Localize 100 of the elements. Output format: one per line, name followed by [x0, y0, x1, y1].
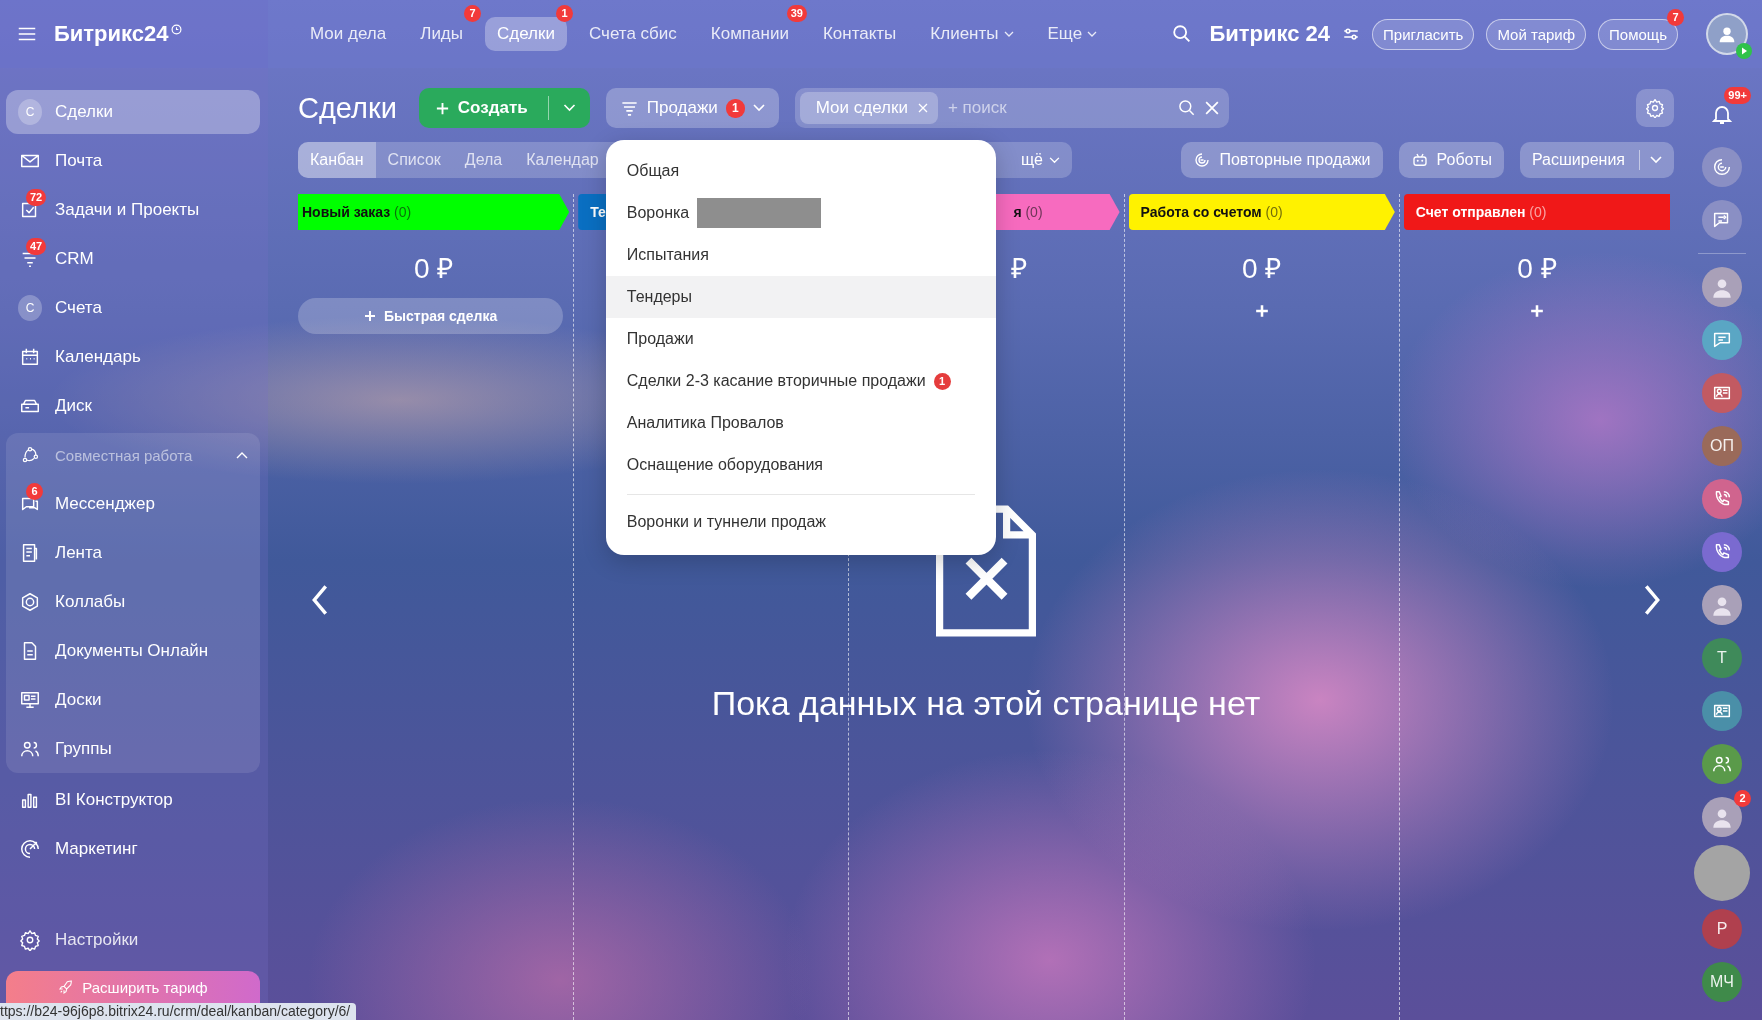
- create-button[interactable]: Создать: [418, 88, 590, 128]
- sidebar-item[interactable]: 47 CRM: [6, 237, 260, 281]
- stage-total: ₽: [1011, 253, 1028, 284]
- avatar-placeholder[interactable]: [1702, 797, 1742, 837]
- target-icon: [19, 838, 41, 860]
- filter-chip[interactable]: Мои сделки: [799, 92, 938, 124]
- count-badge: 6: [26, 483, 43, 500]
- menu-item[interactable]: Аналитика Провалов: [605, 402, 996, 444]
- sidebar-item[interactable]: Группы: [6, 727, 260, 771]
- avatar-placeholder[interactable]: [1702, 267, 1742, 307]
- play-badge-icon: [1736, 43, 1752, 59]
- add-deal-plus-icon[interactable]: [1254, 304, 1269, 318]
- quick-access-button[interactable]: [1702, 532, 1742, 572]
- empty-state-message: Пока данных на этой странице нет: [711, 684, 1261, 723]
- nav-tab[interactable]: Клиенты: [918, 17, 1026, 51]
- contact-avatar[interactable]: Т: [1702, 638, 1742, 678]
- menu-item[interactable]: Продажи: [605, 318, 996, 360]
- toolbar-button[interactable]: Роботы: [1398, 142, 1504, 178]
- chevron-down-icon[interactable]: [562, 104, 576, 112]
- group-header[interactable]: Совместная работа: [6, 433, 260, 477]
- menu-item[interactable]: Испытания: [605, 234, 996, 276]
- plus-icon: [364, 310, 376, 322]
- nav-tab[interactable]: Счета сбис: [576, 17, 689, 51]
- toolbar-button[interactable]: Повторные продажи: [1181, 142, 1383, 178]
- quick-access-button[interactable]: [1702, 479, 1742, 519]
- nav-tab[interactable]: Сделки: [485, 17, 567, 51]
- chevron-down-icon: [1049, 156, 1060, 164]
- contact-avatar[interactable]: МЧ: [1702, 962, 1742, 1002]
- nav-tab[interactable]: Мои дела: [298, 17, 399, 51]
- search-field[interactable]: Мои сделки + поиск: [794, 88, 1229, 128]
- sidebar-item[interactable]: 6 Мессенджер: [6, 482, 260, 526]
- quick-access-button[interactable]: [1702, 200, 1742, 240]
- settings-item[interactable]: Настройки: [6, 918, 260, 962]
- nav-tab[interactable]: Еще: [1035, 17, 1110, 51]
- settings-button[interactable]: [1636, 89, 1674, 127]
- calendar-icon: [19, 346, 41, 368]
- menu-item[interactable]: Оснащение оборудования: [605, 444, 996, 486]
- view-tab[interactable]: Список: [375, 142, 453, 178]
- sidebar-item[interactable]: Маркетинг: [6, 827, 260, 871]
- stage-header[interactable]: Работа со счетом (0): [1128, 194, 1395, 230]
- avatar-placeholder[interactable]: [1702, 585, 1742, 625]
- hexagon-icon: [19, 591, 41, 613]
- chevron-up-icon: [236, 451, 248, 459]
- brand-logo: Битрикс 24: [1209, 21, 1331, 47]
- url-tooltip: ttps://b24-96j6p8.bitrix24.ru/crm/deal/kanban/category/6/: [0, 1003, 357, 1020]
- pipeline-selector[interactable]: Продажи 1: [605, 88, 779, 128]
- search-icon[interactable]: [1176, 98, 1197, 118]
- menu-item[interactable]: Воронка: [605, 192, 996, 234]
- sidebar-item[interactable]: Календарь: [6, 335, 260, 379]
- quick-deal-button[interactable]: Быстрая сделка: [298, 298, 564, 334]
- toolbar-button[interactable]: Расширения: [1519, 142, 1674, 178]
- close-icon[interactable]: [1204, 101, 1219, 115]
- view-tab[interactable]: Канбан: [298, 142, 376, 178]
- stage-header[interactable]: Новый заказ (0): [298, 194, 570, 230]
- menu-item[interactable]: Воронки и туннели продаж: [605, 501, 996, 543]
- plus-icon: [434, 100, 450, 116]
- sidebar-item[interactable]: Доски: [6, 678, 260, 722]
- more-tab[interactable]: щё: [1008, 142, 1072, 178]
- chevron-down-icon[interactable]: [1650, 156, 1662, 164]
- quick-access-button[interactable]: [1702, 691, 1742, 731]
- view-tab[interactable]: Дела: [452, 142, 515, 178]
- contact-avatar[interactable]: ОП: [1702, 426, 1742, 466]
- quick-access-button[interactable]: [1702, 373, 1742, 413]
- nav-tab[interactable]: Контакты: [810, 17, 909, 51]
- sidebar-item[interactable]: 72 Задачи и Проекты: [6, 188, 260, 232]
- upgrade-button[interactable]: Расширить тариф: [6, 971, 260, 1003]
- sidebar-item[interactable]: BI Конструктор: [6, 778, 260, 822]
- quick-access-button[interactable]: [1702, 320, 1742, 360]
- presentation-icon: [19, 689, 41, 711]
- contact-avatar[interactable]: Р: [1702, 909, 1742, 949]
- menu-item[interactable]: Общая: [605, 150, 996, 192]
- add-deal-plus-icon[interactable]: [1529, 304, 1544, 318]
- count-badge: 99+: [1724, 87, 1751, 104]
- sidebar-item[interactable]: С Сделки: [6, 90, 260, 134]
- sidebar-item[interactable]: Почта: [6, 139, 260, 183]
- quick-access-button[interactable]: [1702, 147, 1742, 187]
- count-badge: 1: [555, 5, 573, 22]
- redacted-circle: [1694, 845, 1750, 901]
- scroll-left-icon[interactable]: [312, 584, 328, 616]
- logo[interactable]: Битрикс24: [54, 21, 169, 47]
- count-badge: 47: [26, 238, 47, 255]
- sliders-icon[interactable]: [1342, 25, 1361, 43]
- menu-item[interactable]: Сделки 2-3 касание вторичные продажи 1: [605, 360, 996, 402]
- sidebar-item[interactable]: Документы Онлайн: [6, 629, 260, 673]
- settings-icon: [19, 929, 41, 951]
- ring-icon: [1711, 156, 1733, 178]
- sidebar-item[interactable]: Диск: [6, 384, 260, 428]
- quick-access-button[interactable]: [1702, 744, 1742, 784]
- menu-item[interactable]: Тендеры: [605, 276, 996, 318]
- scroll-right-icon[interactable]: [1644, 584, 1660, 616]
- sidebar-item[interactable]: С Счета: [6, 286, 260, 330]
- stage-total: 0 ₽: [1242, 253, 1282, 284]
- stage-total: 0 ₽: [1517, 253, 1557, 284]
- user-avatar[interactable]: [1706, 13, 1748, 55]
- stage-header[interactable]: Счет отправлен (0): [1403, 194, 1670, 230]
- settings-icon: [1645, 98, 1665, 118]
- sidebar-item[interactable]: Лента: [6, 531, 260, 575]
- sidebar-item[interactable]: Коллабы: [6, 580, 260, 624]
- header-button[interactable]: Пригласить: [1372, 18, 1475, 50]
- header-button[interactable]: Мой тариф: [1486, 18, 1587, 50]
